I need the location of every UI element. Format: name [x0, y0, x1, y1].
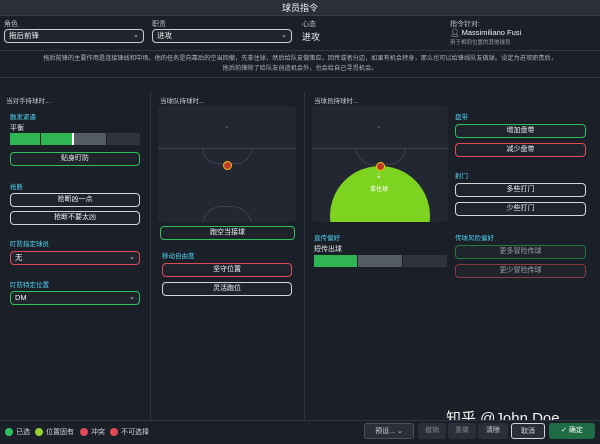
- legend-inherent-label: 位置固有: [46, 429, 74, 436]
- preset-button[interactable]: 预设... ⌄: [364, 423, 414, 439]
- pressing-title: 触发紧逼: [10, 114, 36, 121]
- mark-position-title: 盯防特定位置: [10, 282, 49, 289]
- mark-tighter-button[interactable]: 贴身盯防: [10, 152, 140, 166]
- pressing-segment[interactable]: [10, 133, 40, 145]
- passing-title: 直传偏好: [314, 235, 340, 242]
- shoot-less-button[interactable]: 少些打门: [455, 202, 586, 216]
- hold-position-button[interactable]: 坚守位置: [162, 263, 292, 277]
- pressing-segment[interactable]: [74, 133, 106, 145]
- pitch-spot: [378, 126, 380, 128]
- team-possession-pitch: [158, 106, 296, 222]
- preset-label: 预设...: [375, 428, 395, 435]
- passing-segment[interactable]: [403, 255, 447, 267]
- pressing-label: 平衡: [10, 125, 24, 132]
- player-target[interactable]: 👤︎ Massimiliano Fusi: [450, 28, 521, 37]
- dribble-less-button[interactable]: 减少盘带: [455, 143, 586, 157]
- roam-button[interactable]: 灵活跑位: [162, 282, 292, 296]
- tackle-title: 抢断: [10, 184, 23, 191]
- pressing-segment[interactable]: [107, 133, 140, 145]
- window-title: 球员指令: [0, 0, 600, 16]
- column-divider: [150, 92, 151, 422]
- cancel-button[interactable]: 取消: [511, 423, 545, 439]
- description-line-1: 拖后前锋的主要作用是连接锋线和中场。他的任务是向靠后的空当回撤，先拿住球，然后给…: [43, 55, 557, 62]
- legend-conflict-label: 冲突: [91, 429, 105, 436]
- pitch-arc: [202, 206, 252, 222]
- freedom-title: 移动自由度: [162, 253, 195, 260]
- col1-title: 当对手持球时...: [6, 98, 51, 105]
- check-icon: ✓: [561, 427, 567, 434]
- mark-position-select[interactable]: DM ⌄: [10, 291, 140, 305]
- legend-selected-label: 已选: [16, 429, 30, 436]
- mark-player-select[interactable]: 无 ⌄: [10, 251, 140, 265]
- player-sub: 用于相同位置的其他球员: [450, 40, 511, 46]
- column-divider: [304, 92, 305, 422]
- chevron-down-icon: ⌄: [281, 32, 287, 39]
- mentality-label: 心态: [302, 21, 316, 28]
- mentality-value: 进攻: [302, 32, 321, 42]
- passing-segment[interactable]: [358, 255, 402, 267]
- role-value: 拖后前锋: [9, 31, 39, 40]
- col2-title: 当球队持球时...: [160, 98, 205, 105]
- role-label: 角色: [4, 21, 18, 28]
- mark-player-value: 无: [15, 253, 23, 262]
- dribble-more-button[interactable]: 增加盘带: [455, 124, 586, 138]
- description-line-2: 拖后前锋除了给队友创造机会外，也会给自己寻觅机会。: [222, 65, 378, 72]
- confirm-label: 确定: [568, 427, 583, 434]
- passing-label: 短传出球: [314, 246, 342, 253]
- tackle-easier-button[interactable]: 抢断不要太凶: [10, 211, 140, 225]
- clear-button[interactable]: 清除: [478, 423, 508, 439]
- col3-title: 当球员持球时...: [314, 98, 359, 105]
- hold-up-label: 拿住球: [370, 187, 389, 193]
- shoot-more-button[interactable]: 多些打门: [455, 183, 586, 197]
- legend-conflict-dot: [80, 428, 88, 436]
- player-name: Massimiliano Fusi: [461, 28, 522, 37]
- risk-less-button[interactable]: 更少冒险传球: [455, 264, 586, 278]
- shoot-title: 射门: [455, 173, 468, 180]
- tackle-harder-button[interactable]: 抢断凶一点: [10, 193, 140, 207]
- duty-label: 职责: [152, 21, 166, 28]
- legend-inherent-dot: [35, 428, 43, 436]
- pitch-spot: [226, 126, 228, 128]
- mark-position-value: DM: [15, 293, 27, 302]
- player-possession-pitch: ⇣ 拿住球: [312, 106, 448, 222]
- undo-button[interactable]: 撤销: [418, 423, 446, 439]
- pressing-segment[interactable]: [41, 133, 73, 145]
- role-description: 拖后前锋的主要作用是连接锋线和中场。他的任务是向靠后的空当回撤，先拿住球，然后给…: [0, 50, 600, 78]
- mark-player-title: 盯防指定球员: [10, 241, 49, 248]
- duty-select[interactable]: 进攻 ⌄: [152, 29, 292, 43]
- risk-title: 传球风险偏好: [455, 235, 494, 242]
- chevron-down-icon: ⌄: [129, 294, 135, 301]
- role-select[interactable]: 拖后前锋 ⌄: [4, 29, 144, 43]
- player-position-dot: [223, 161, 232, 170]
- risk-more-button[interactable]: 更多冒险传球: [455, 245, 586, 259]
- dribble-title: 盘带: [455, 114, 468, 121]
- player-position-dot: [376, 162, 385, 171]
- get-further-forward-button[interactable]: 跑空当接球: [160, 226, 295, 240]
- confirm-button[interactable]: ✓ 确定: [549, 423, 595, 439]
- legend-unavailable-dot: [110, 428, 118, 436]
- legend-unavailable-label: 不可选择: [121, 429, 149, 436]
- chevron-down-icon: ⌄: [133, 32, 139, 39]
- duty-value: 进攻: [157, 31, 172, 40]
- arrow-down-icon: ⇣: [376, 173, 382, 180]
- footer-bar: [0, 420, 600, 444]
- chevron-down-icon: ⌄: [129, 254, 135, 261]
- person-icon: 👤︎: [450, 28, 460, 37]
- passing-segment[interactable]: [314, 255, 357, 267]
- legend-selected-dot: [5, 428, 13, 436]
- chevron-down-icon: ⌄: [396, 428, 403, 435]
- redo-button[interactable]: 重做: [448, 423, 476, 439]
